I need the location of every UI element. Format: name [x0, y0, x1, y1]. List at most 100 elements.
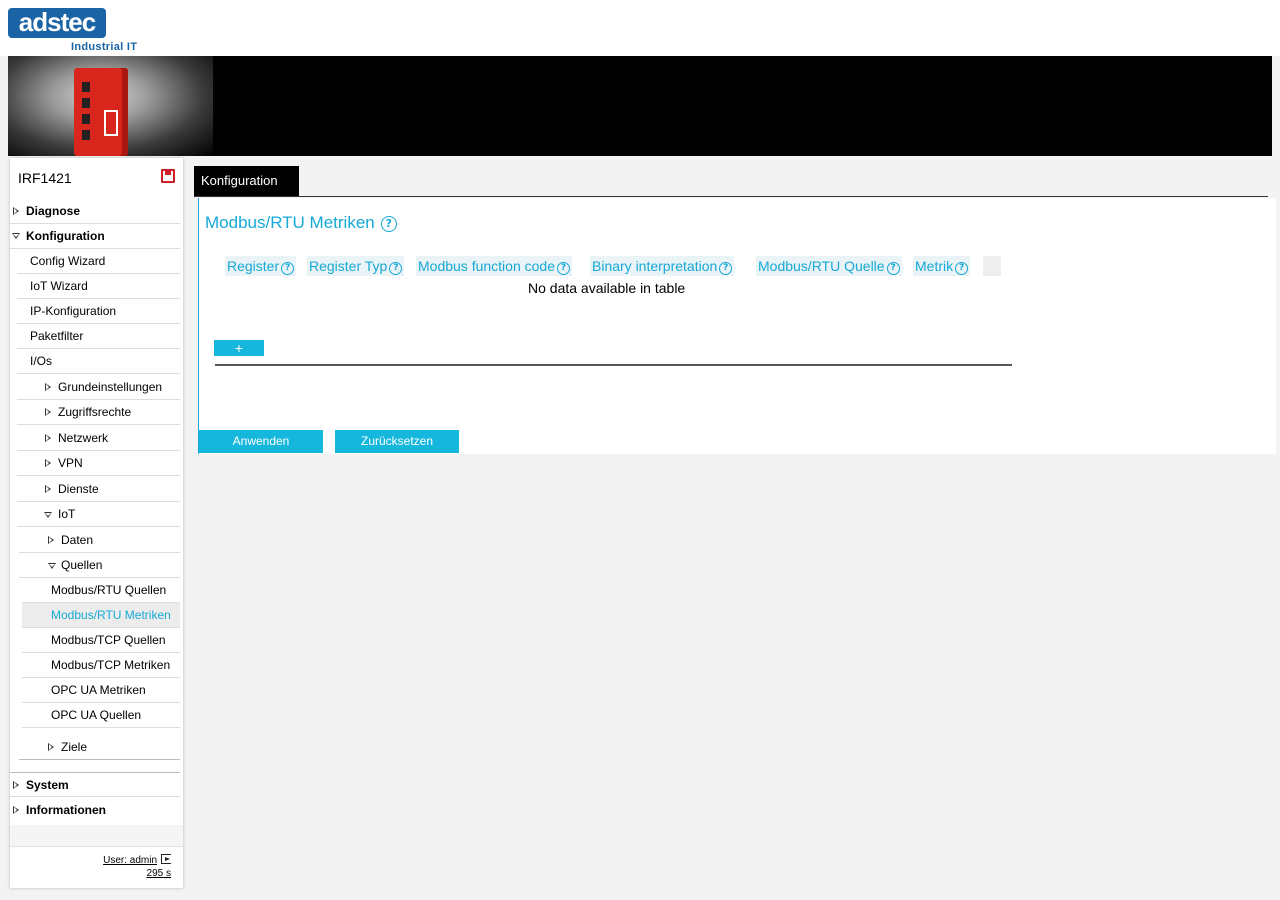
help-icon[interactable]: ? — [955, 262, 969, 275]
triangle-right-icon — [45, 408, 51, 416]
sidebar-item-label: OPC UA Metriken — [51, 683, 146, 697]
sidebar-item-netzwerk[interactable]: Netzwerk — [17, 426, 180, 451]
sidebar-item-zugriffsrechte[interactable]: Zugriffsrechte — [17, 400, 180, 425]
header-banner — [8, 56, 1272, 156]
sidebar-footer: User: admin 295 s — [10, 846, 183, 888]
column-header-label: Metrik — [915, 258, 954, 274]
sidebar-item-ios[interactable]: I/Os — [17, 349, 180, 374]
device-name: IRF1421 — [18, 170, 72, 186]
sidebar-item-daten[interactable]: Daten — [19, 528, 180, 553]
sidebar-item-label: Netzwerk — [58, 431, 109, 445]
header-logo-area: adstec Industrial IT — [0, 0, 1280, 56]
sidebar-item-label: OPC UA Quellen — [51, 708, 142, 722]
sidebar-item-label: I/Os — [30, 354, 53, 368]
sidebar-item-iot[interactable]: IoT — [17, 502, 180, 527]
sidebar-item-opc-ua-metriken[interactable]: OPC UA Metriken — [22, 678, 180, 703]
triangle-right-icon — [45, 434, 51, 442]
tab-konfiguration[interactable]: Konfiguration — [194, 166, 299, 196]
sidebar-item-paketfilter[interactable]: Paketfilter — [17, 324, 180, 349]
save-icon[interactable] — [161, 169, 175, 183]
column-header-label: Binary interpretation — [592, 258, 718, 274]
column-header-actions — [983, 256, 1001, 276]
sidebar-item-ziele[interactable]: Ziele — [19, 735, 180, 760]
device-port — [82, 130, 90, 140]
page-title-text: Modbus/RTU Metriken — [205, 213, 375, 232]
column-header-metrik[interactable]: Metrik? — [913, 256, 971, 276]
help-icon[interactable]: ? — [556, 262, 570, 275]
column-header-register[interactable]: Register? — [225, 256, 297, 276]
table-empty-message: No data available in table — [528, 280, 686, 296]
triangle-right-icon — [48, 743, 54, 751]
sidebar-item-dienste[interactable]: Dienste — [17, 477, 180, 502]
sidebar-item-label: Konfiguration — [26, 229, 105, 243]
sidebar-item-label: Modbus/TCP Metriken — [51, 658, 171, 672]
user-link[interactable]: User: admin — [103, 855, 157, 866]
column-header-modbus-function-code[interactable]: Modbus function code? — [416, 256, 572, 276]
column-header-modbus-rtu-quelle[interactable]: Modbus/RTU Quelle? — [756, 256, 902, 276]
reset-button[interactable]: Zurücksetzen — [335, 430, 459, 453]
sidebar-item-konfiguration[interactable]: Konfiguration — [10, 224, 180, 249]
sidebar-item-modbus-tcp-metriken[interactable]: Modbus/TCP Metriken — [22, 653, 180, 678]
sidebar-item-label: Grundeinstellungen — [58, 380, 163, 394]
help-icon[interactable]: ? — [719, 262, 733, 275]
help-icon[interactable]: ? — [380, 216, 397, 232]
column-header-register-typ[interactable]: Register Typ? — [307, 256, 405, 276]
sidebar-item-label: IP-Konfiguration — [30, 304, 117, 318]
device-port — [82, 114, 90, 124]
device-port — [82, 82, 90, 92]
sidebar-item-diagnose[interactable]: Diagnose — [10, 199, 180, 224]
sidebar-item-label: VPN — [58, 456, 83, 470]
sidebar-item-system[interactable]: System — [10, 772, 180, 797]
sidebar-item-label: IoT — [58, 507, 76, 521]
sidebar-item-label: System — [26, 778, 69, 792]
sidebar-item-quellen[interactable]: Quellen — [19, 553, 180, 578]
sidebar-item-iot-wizard[interactable]: IoT Wizard — [17, 274, 180, 299]
triangle-right-icon — [45, 459, 51, 467]
sidebar-item-opc-ua-quellen[interactable]: OPC UA Quellen — [22, 703, 180, 728]
sidebar-item-label: Informationen — [26, 803, 106, 817]
device-panel — [104, 110, 118, 136]
content-panel: Modbus/RTU Metriken? Register? Register … — [198, 198, 1276, 454]
triangle-right-icon — [45, 383, 51, 391]
sidebar-item-label: Config Wizard — [30, 254, 106, 268]
sidebar-item-label: Modbus/RTU Quellen — [51, 583, 167, 597]
column-header-binary-interpretation[interactable]: Binary interpretation? — [590, 256, 735, 276]
sidebar-item-informationen[interactable]: Informationen — [10, 798, 180, 823]
triangle-right-icon — [13, 781, 19, 789]
sidebar-item-ip-konfiguration[interactable]: IP-Konfiguration — [17, 299, 180, 324]
logout-icon[interactable] — [161, 854, 171, 864]
triangle-right-icon — [48, 536, 54, 544]
column-header-label: Modbus/RTU Quelle — [758, 258, 885, 274]
table-divider — [215, 364, 1012, 366]
sidebar-item-label: IoT Wizard — [30, 279, 88, 293]
page-title: Modbus/RTU Metriken? — [205, 213, 397, 233]
sidebar-item-modbus-rtu-metriken[interactable]: Modbus/RTU Metriken — [22, 603, 180, 628]
sidebar-item-label: Dienste — [58, 482, 99, 496]
sidebar-item-label: Modbus/RTU Metriken — [51, 608, 171, 622]
column-header-label: Register Typ — [309, 258, 388, 274]
sidebar-footer-spacer — [10, 825, 183, 846]
help-icon[interactable]: ? — [886, 262, 900, 275]
triangle-right-icon — [13, 207, 19, 215]
triangle-right-icon — [13, 806, 19, 814]
triangle-down-icon — [48, 563, 56, 569]
triangle-down-icon — [12, 233, 20, 239]
add-row-button[interactable]: + — [214, 340, 264, 356]
session-timer: 295 s — [146, 868, 171, 879]
sidebar-item-grundeinstellungen[interactable]: Grundeinstellungen — [17, 375, 180, 400]
sidebar-item-modbus-rtu-quellen[interactable]: Modbus/RTU Quellen — [22, 578, 180, 603]
help-icon[interactable]: ? — [389, 262, 403, 275]
sidebar-item-config-wizard[interactable]: Config Wizard — [17, 249, 180, 274]
device-port — [82, 98, 90, 108]
sidebar-item-label: Ziele — [61, 740, 88, 754]
help-icon[interactable]: ? — [281, 262, 295, 275]
sidebar-item-label: Diagnose — [26, 204, 81, 218]
sidebar-item-modbus-tcp-quellen[interactable]: Modbus/TCP Quellen — [22, 628, 180, 653]
sidebar-item-label: Modbus/TCP Quellen — [51, 633, 166, 647]
triangle-down-icon — [44, 512, 52, 518]
sidebar-item-label: Daten — [61, 533, 94, 547]
adstec-logo: adstec — [8, 8, 106, 38]
apply-button[interactable]: Anwenden — [199, 430, 323, 453]
sidebar-item-vpn[interactable]: VPN — [17, 451, 180, 476]
sidebar: IRF1421 Diagnose Konfiguration Config Wi… — [10, 158, 183, 888]
